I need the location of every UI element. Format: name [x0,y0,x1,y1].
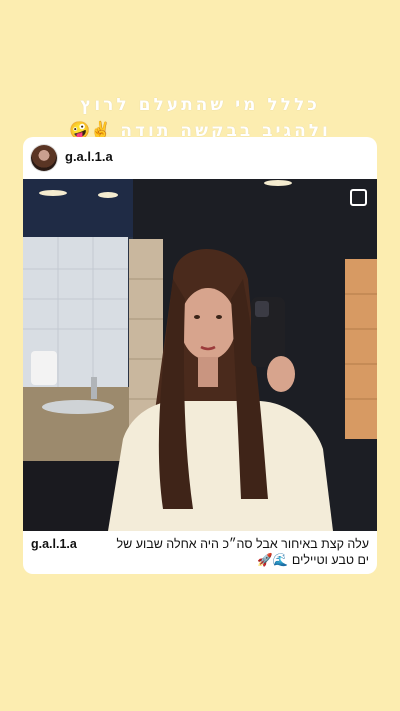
shared-post-card[interactable]: g.a.l.1.a g.a.l.1.a עלה קצת באיחור אבל ס… [23,137,377,574]
caption-emojis: 🌊🚀 [257,552,289,567]
caption-line-2: ים טבע וטיילים 🌊🚀 [31,552,369,568]
post-username[interactable]: g.a.l.1.a [65,149,113,164]
post-photo-image [23,179,377,531]
caption-line-1: עלה קצת באיחור אבל סה״כ היה אחלה שבוע של [116,537,369,551]
post-header: g.a.l.1.a [23,137,377,178]
caption-line-2-text: ים טבע וטיילים [291,553,369,567]
avatar[interactable] [31,145,57,171]
post-caption: עלה קצת באיחור אבל סה״כ היה אחלה שבוע של… [31,537,369,568]
multi-image-icon [350,189,367,206]
story-text-line-1: כללל מי שהתעלם לרוץ [80,95,320,115]
post-photo[interactable] [23,179,377,531]
